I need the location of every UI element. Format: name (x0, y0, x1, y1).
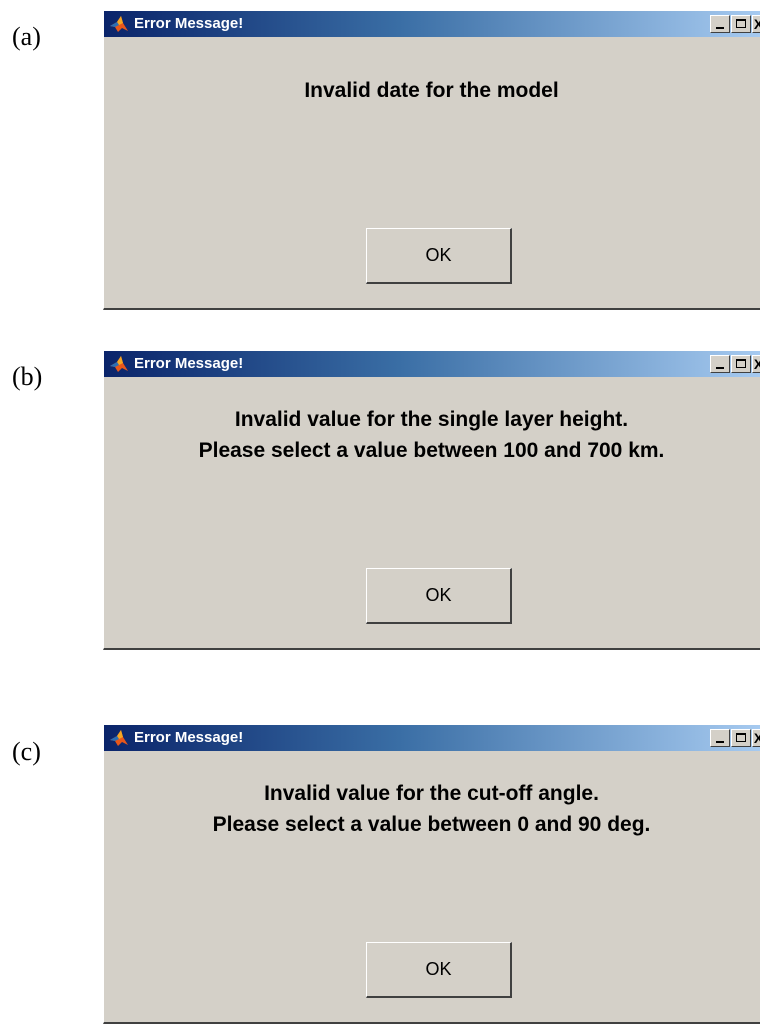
close-icon: X (753, 730, 760, 746)
error-message: Invalid date for the model (104, 75, 759, 106)
window-title: Error Message! (134, 729, 244, 746)
error-dialog-c: Error Message! X Invalid value for the c… (103, 724, 760, 1024)
maximize-icon (736, 733, 746, 742)
minimize-button[interactable] (710, 355, 730, 373)
error-message: Invalid value for the single layer heigh… (104, 404, 759, 466)
message-line: Invalid value for the single layer heigh… (234, 408, 629, 431)
title-bar[interactable]: Error Message! X (104, 351, 760, 377)
window-title: Error Message! (134, 355, 244, 372)
message-line: Invalid date for the model (304, 79, 559, 102)
error-dialog-b: Error Message! X Invalid value for the s… (103, 350, 760, 650)
close-button[interactable]: X (752, 729, 760, 747)
message-line: Invalid value for the cut-off angle. (264, 782, 599, 805)
window-title: Error Message! (134, 15, 244, 32)
maximize-button[interactable] (731, 355, 751, 373)
panel-label-b: (b) (12, 362, 43, 391)
ok-button[interactable]: OK (366, 942, 512, 998)
maximize-button[interactable] (731, 729, 751, 747)
matlab-icon (110, 730, 128, 746)
minimize-icon (716, 367, 724, 369)
matlab-icon (110, 356, 128, 372)
close-button[interactable]: X (752, 15, 760, 33)
maximize-icon (736, 19, 746, 28)
title-bar[interactable]: Error Message! X (104, 11, 760, 37)
matlab-icon (110, 16, 128, 32)
title-bar[interactable]: Error Message! X (104, 725, 760, 751)
close-icon: X (753, 16, 760, 32)
ok-button[interactable]: OK (366, 228, 512, 284)
minimize-icon (716, 27, 724, 29)
minimize-button[interactable] (710, 15, 730, 33)
error-message: Invalid value for the cut-off angle. Ple… (104, 778, 759, 840)
maximize-icon (736, 359, 746, 368)
close-icon: X (753, 356, 760, 372)
panel-label-a: (a) (12, 22, 41, 51)
ok-button[interactable]: OK (366, 568, 512, 624)
message-line: Please select a value between 100 and 70… (198, 439, 665, 462)
message-line: Please select a value between 0 and 90 d… (212, 813, 651, 836)
maximize-button[interactable] (731, 15, 751, 33)
minimize-icon (716, 741, 724, 743)
panel-label-c: (c) (12, 737, 41, 766)
minimize-button[interactable] (710, 729, 730, 747)
close-button[interactable]: X (752, 355, 760, 373)
error-dialog-a: Error Message! X Invalid date for the mo… (103, 10, 760, 310)
